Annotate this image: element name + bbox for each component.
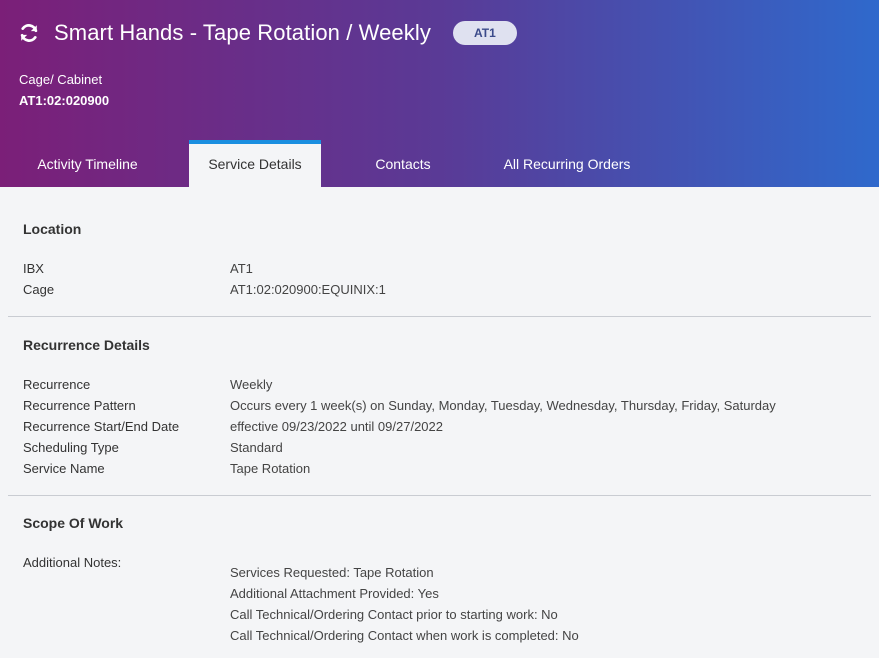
page-title: Smart Hands - Tape Rotation / Weekly bbox=[54, 20, 431, 45]
cage-value: AT1:02:020900 bbox=[19, 93, 110, 108]
recurrence-pattern-row: Recurrence Pattern Occurs every 1 week(s… bbox=[23, 395, 856, 416]
note-line: Call Technical/Ordering Contact prior to… bbox=[230, 607, 558, 622]
service-details-panel: Location IBX AT1 Cage AT1:02:020900:EQUI… bbox=[0, 187, 879, 646]
row-value: Occurs every 1 week(s) on Sunday, Monday… bbox=[230, 398, 776, 413]
cage-label: Cage/ Cabinet bbox=[19, 72, 103, 87]
row-key: Cage bbox=[23, 282, 55, 297]
recurrence-section: Recurrence Details Recurrence Weekly Rec… bbox=[0, 317, 879, 479]
note-line: Services Requested: Tape Rotation bbox=[230, 565, 434, 580]
row-value: AT1 bbox=[230, 261, 253, 276]
location-section: Location IBX AT1 Cage AT1:02:020900:EQUI… bbox=[0, 187, 879, 300]
row-value: Tape Rotation bbox=[230, 461, 311, 476]
row-key: Recurrence Pattern bbox=[23, 398, 136, 413]
service-name-row: Service Name Tape Rotation bbox=[23, 458, 856, 479]
row-value: Weekly bbox=[230, 377, 273, 392]
ibx-badge: AT1 bbox=[452, 21, 517, 45]
scheduling-type-row: Scheduling Type Standard bbox=[23, 437, 856, 458]
row-value: AT1:02:020900:EQUINIX:1 bbox=[230, 282, 386, 297]
row-key: Recurrence bbox=[23, 377, 91, 392]
row-key: Recurrence Start/End Date bbox=[23, 419, 180, 434]
tab-contacts[interactable]: Contacts bbox=[321, 140, 485, 187]
notes-body: Services Requested: Tape Rotation Additi… bbox=[230, 552, 579, 646]
tab-activity-timeline[interactable]: Activity Timeline bbox=[0, 140, 175, 187]
page-header: Smart Hands - Tape Rotation / Weekly AT1… bbox=[0, 0, 879, 187]
row-key: Service Name bbox=[23, 461, 105, 476]
refresh-icon[interactable] bbox=[18, 22, 40, 44]
note-line: Call Technical/Ordering Contact when wor… bbox=[230, 628, 579, 643]
location-row-ibx: IBX AT1 bbox=[23, 258, 856, 279]
scope-title: Scope Of Work bbox=[23, 515, 124, 531]
scope-section: Scope Of Work Additional Notes: Services… bbox=[0, 496, 879, 646]
location-title: Location bbox=[23, 221, 82, 237]
location-row-cage: Cage AT1:02:020900:EQUINIX:1 bbox=[23, 279, 856, 300]
row-key: Scheduling Type bbox=[23, 440, 119, 455]
tab-all-recurring-orders[interactable]: All Recurring Orders bbox=[485, 140, 649, 187]
tab-service-details[interactable]: Service Details bbox=[189, 140, 321, 187]
row-key: IBX bbox=[23, 261, 44, 276]
title-row: Smart Hands - Tape Rotation / Weekly AT1 bbox=[18, 16, 517, 50]
row-value: effective 09/23/2022 until 09/27/2022 bbox=[230, 419, 443, 434]
tab-bar: Activity Timeline Service Details Contac… bbox=[0, 140, 649, 187]
row-value: Standard bbox=[230, 440, 283, 455]
notes-label: Additional Notes: bbox=[23, 555, 122, 570]
note-line: Additional Attachment Provided: Yes bbox=[230, 586, 439, 601]
recurrence-row: Recurrence Weekly bbox=[23, 374, 856, 395]
recurrence-dates-row: Recurrence Start/End Date effective 09/2… bbox=[23, 416, 856, 437]
recurrence-title: Recurrence Details bbox=[23, 337, 150, 353]
